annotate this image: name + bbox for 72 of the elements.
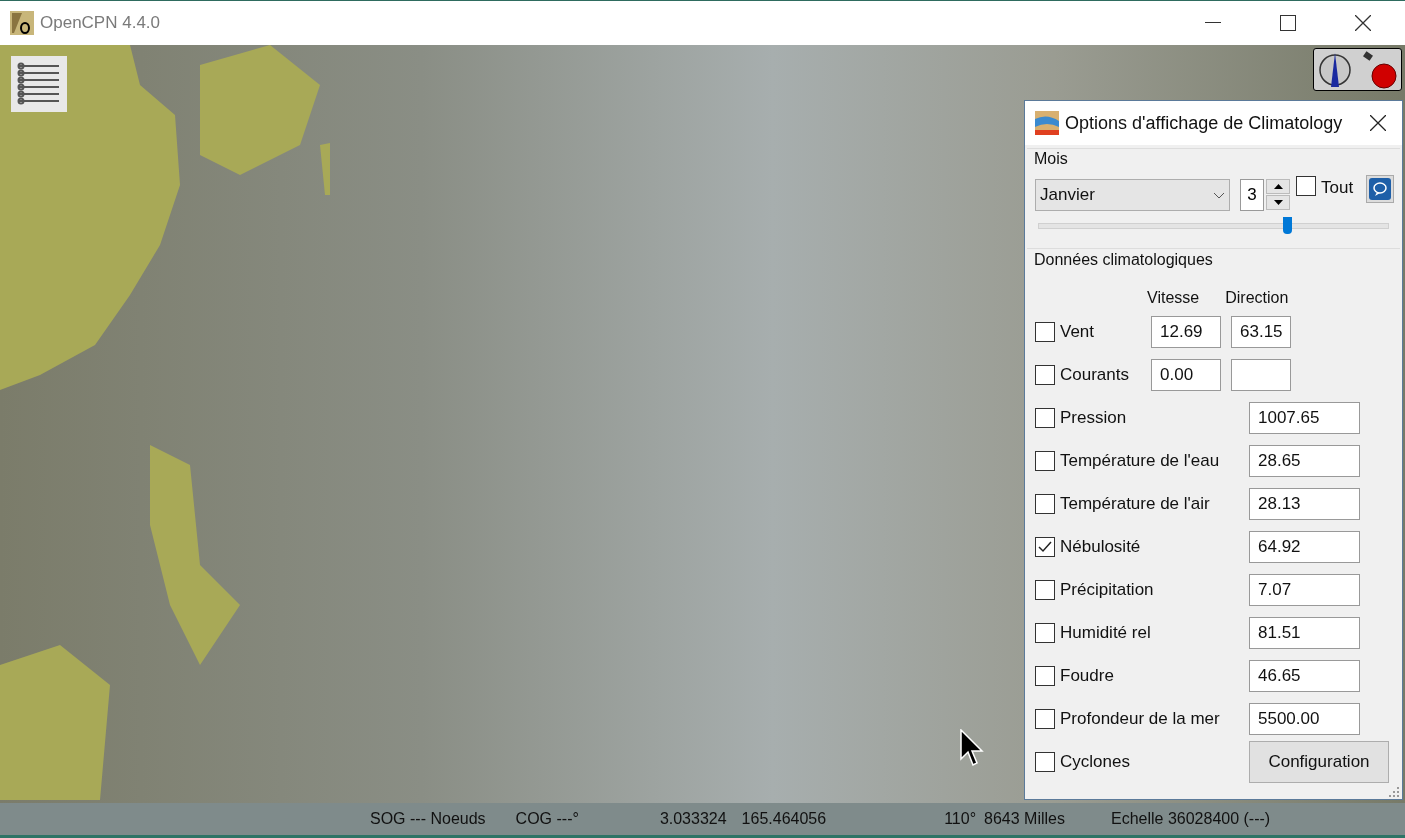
speech-bubble-icon (1369, 178, 1392, 200)
checkbox[interactable] (1035, 321, 1055, 342)
status-text: 3.033324 (659, 809, 727, 829)
checkbox-label: Humidité rel (1060, 621, 1151, 644)
record-icon[interactable] (1360, 50, 1397, 89)
app-icon (10, 11, 34, 35)
window-title: OpenCPN 4.4.0 (40, 12, 160, 35)
checkbox[interactable] (1296, 176, 1316, 196)
checkbox-label: Température de l'eau (1060, 449, 1220, 472)
value-field[interactable]: 63.15 (1231, 315, 1291, 348)
down-arrow-icon (1273, 200, 1283, 205)
checkbox-label: Pression (1060, 406, 1127, 429)
checkbox[interactable] (1035, 536, 1055, 557)
value-field[interactable]: 12.69 (1151, 315, 1221, 348)
checkbox[interactable] (1035, 622, 1055, 643)
value-field[interactable]: 1007.65 (1249, 401, 1360, 434)
checkbox-label: Précipitation (1060, 578, 1154, 601)
checkbox[interactable] (1035, 708, 1055, 729)
slider-thumb[interactable] (1283, 217, 1293, 234)
checkbox[interactable] (1035, 579, 1055, 600)
maximize-icon[interactable] (1280, 15, 1296, 31)
checkmark-icon (1038, 540, 1052, 553)
checkbox-label: Courants (1060, 363, 1129, 386)
number-field[interactable]: 3 (1240, 179, 1264, 211)
checkbox-label: Nébulosité (1060, 535, 1141, 558)
status-text: COG ---° (515, 809, 579, 829)
column-header: Direction (1225, 288, 1289, 308)
group-label: Données climatologiques (1034, 250, 1214, 270)
status-text: SOG --- Noeuds (370, 809, 486, 829)
chat-button[interactable] (1366, 175, 1395, 203)
value-field[interactable]: 28.65 (1249, 444, 1360, 477)
configuration-button[interactable]: Configuration (1249, 740, 1389, 783)
checkbox[interactable] (1035, 407, 1055, 428)
checkbox-label: Foudre (1060, 664, 1114, 687)
checkbox-label: Température de l'air (1060, 492, 1210, 515)
column-header: Vitesse (1147, 288, 1200, 308)
checkbox-label: Cyclones (1060, 750, 1130, 773)
value-field[interactable]: 7.07 (1249, 573, 1360, 606)
checkbox[interactable] (1035, 493, 1055, 514)
climate-map-icon (1035, 111, 1059, 135)
checkbox[interactable] (1035, 665, 1055, 686)
value-field[interactable]: 0.00 (1151, 358, 1221, 391)
status-text: 165.464056 (741, 809, 827, 829)
value-field[interactable] (1231, 358, 1291, 391)
spin-down-button[interactable] (1266, 195, 1290, 210)
value-field[interactable]: 28.13 (1249, 487, 1360, 520)
dialog-title: Options d'affichage de Climatology (1065, 111, 1343, 135)
value-field[interactable]: 81.51 (1249, 616, 1360, 649)
close-icon[interactable] (1355, 15, 1371, 31)
month-dropdown[interactable]: Janvier (1035, 179, 1230, 211)
status-text: Echelle 36028400 (---) (1111, 809, 1271, 829)
value-field[interactable]: 46.65 (1249, 659, 1360, 692)
resize-grip-icon[interactable] (1389, 787, 1399, 797)
slider-track[interactable] (1038, 217, 1389, 234)
checkbox[interactable] (1035, 364, 1055, 385)
spin-up-button[interactable] (1266, 179, 1290, 194)
checkbox-label: Vent (1060, 320, 1095, 343)
value-field[interactable]: 5500.00 (1249, 702, 1360, 735)
chevron-down-icon (1213, 191, 1225, 199)
close-icon[interactable] (1370, 115, 1386, 131)
checkbox[interactable] (1035, 751, 1055, 772)
group-label: Mois (1034, 149, 1069, 169)
status-text: 8643 Milles (984, 809, 1065, 829)
checkbox[interactable] (1035, 450, 1055, 471)
checkbox-label: Tout (1321, 177, 1354, 199)
status-text: 110° (944, 809, 977, 829)
minimize-icon[interactable] (1205, 22, 1221, 24)
checkbox-label: Profondeur de la mer (1060, 707, 1220, 730)
up-arrow-icon (1273, 184, 1283, 189)
menu-button[interactable] (11, 56, 67, 112)
value-field[interactable]: 64.92 (1249, 530, 1360, 563)
mouse-cursor-icon (960, 729, 984, 767)
